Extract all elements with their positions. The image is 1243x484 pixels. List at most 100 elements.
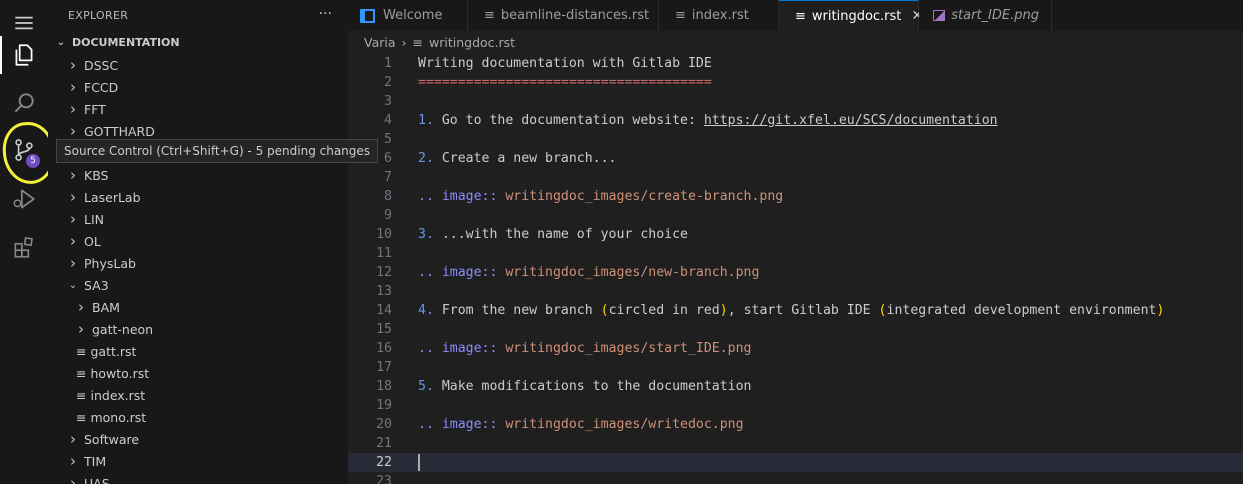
tree-item-label: FCCD	[84, 79, 119, 95]
code-text: 3. ...with the name of your choice	[418, 225, 688, 244]
tab-start-ide-png[interactable]: start_IDE.png	[919, 0, 1052, 31]
code-token: Make modifications to the documentation	[433, 379, 752, 394]
code-token: , start Gitlab IDE	[727, 303, 879, 318]
extensions-button[interactable]	[0, 224, 48, 270]
code-token: writingdoc_images/new-branch.png	[497, 265, 760, 280]
code-line[interactable]: 17	[348, 358, 1243, 377]
code-line[interactable]: 2 =====================================	[348, 73, 1243, 92]
code-line[interactable]: 12 .. image:: writingdoc_images/new-branc…	[348, 263, 1243, 282]
explorer-title: EXPLORER	[68, 8, 129, 22]
code-token: 4.	[418, 303, 434, 318]
chevron-right-icon: ›	[70, 254, 76, 272]
code-line[interactable]: 18 5. Make modifications to the documenta…	[348, 377, 1243, 396]
code-line[interactable]: 15	[348, 320, 1243, 339]
search-button[interactable]	[0, 80, 48, 126]
file-lines-icon: ≡	[484, 8, 495, 23]
tree-folder[interactable]: › LaserLab	[48, 186, 348, 208]
tree-folder[interactable]: › FCCD	[48, 76, 348, 98]
tab-index[interactable]: ≡ index.rst	[659, 0, 779, 31]
tree-folder[interactable]: ⌄ SA3	[48, 274, 348, 296]
code-token: 2.	[418, 151, 434, 166]
tree-folder[interactable]: › Software	[48, 428, 348, 450]
tree-folder[interactable]: › LIN	[48, 208, 348, 230]
tree-file[interactable]: ≡ index.rst	[48, 384, 348, 406]
tree-item-label: mono.rst	[90, 409, 147, 425]
tree-file[interactable]: ≡ howto.rst	[48, 362, 348, 384]
code-line[interactable]: 22	[348, 453, 1243, 472]
code-line[interactable]: 21	[348, 434, 1243, 453]
code-token: )	[1156, 303, 1165, 318]
tree-item-label: LIN	[84, 211, 105, 227]
code-line[interactable]: 1 Writing documentation with Gitlab IDE	[348, 54, 1243, 73]
tab-writingdoc[interactable]: ≡ writingdoc.rst ✕	[779, 0, 923, 31]
more-actions-icon[interactable]: ···	[319, 6, 332, 22]
tree-file[interactable]: ≡ mono.rst	[48, 406, 348, 428]
tree-item-label: gatt-neon	[92, 321, 154, 337]
code-line[interactable]: 8 .. image:: writingdoc_images/create-bra…	[348, 187, 1243, 206]
file-tree: › DSSC › FCCD › FFT › GOTTHARD › › KBS › LaserLab › LI…	[48, 54, 348, 484]
code-line[interactable]: 6 2. Create a new branch...	[348, 149, 1243, 168]
code-line[interactable]: 10 3. ...with the name of your choice	[348, 225, 1243, 244]
breadcrumb-file[interactable]: writingdoc.rst	[429, 35, 515, 50]
tree-folder[interactable]: › KBS	[48, 164, 348, 186]
code-line[interactable]: 9	[348, 206, 1243, 225]
file-lines-icon: ≡	[76, 409, 87, 425]
tree-folder[interactable]: › FFT	[48, 98, 348, 120]
code-line[interactable]: 7	[348, 168, 1243, 187]
workspace-section-header[interactable]: ⌄ DOCUMENTATION	[48, 30, 348, 54]
chevron-right-icon: ›	[70, 232, 76, 250]
code-line[interactable]: 13	[348, 282, 1243, 301]
code-line[interactable]: 14 4. From the new branch (circled in red…	[348, 301, 1243, 320]
tree-folder[interactable]: › DSSC	[48, 54, 348, 76]
code-editor[interactable]: 1 Writing documentation with Gitlab IDE 2 =…	[348, 54, 1243, 484]
tab-beamline-distances[interactable]: ≡ beamline-distances.rst	[468, 0, 659, 31]
tree-folder[interactable]: › OL	[48, 230, 348, 252]
chevron-right-icon: ›	[70, 452, 76, 470]
tab-welcome[interactable]: Welcome	[348, 0, 468, 31]
code-token: writingdoc_images/writedoc.png	[497, 417, 744, 432]
code-token: .. image::	[418, 341, 498, 356]
tab-label: Welcome	[383, 8, 443, 23]
code-line[interactable]: 20 .. image:: writingdoc_images/writedoc.…	[348, 415, 1243, 434]
chevron-right-icon: ›	[70, 474, 76, 484]
code-token: writingdoc_images/create-branch.png	[497, 189, 784, 204]
tree-folder[interactable]: › gatt-neon	[48, 318, 348, 340]
tree-item-label: SA3	[84, 277, 109, 293]
file-lines-icon: ≡	[675, 8, 686, 23]
code-line[interactable]: 11	[348, 244, 1243, 263]
run-debug-button[interactable]	[0, 176, 48, 222]
tree-item-label: GOTTHARD	[84, 123, 155, 139]
code-token: Writing documentation with Gitlab IDE	[418, 56, 712, 71]
tree-folder[interactable]: › PhysLab	[48, 252, 348, 274]
code-text: 4. From the new branch (circled in red),…	[418, 301, 1164, 320]
code-line[interactable]: 23	[348, 472, 1243, 484]
line-number: 3	[384, 94, 392, 109]
code-token: 3.	[418, 227, 434, 242]
line-number: 7	[384, 170, 392, 185]
line-number: 18	[376, 379, 392, 394]
activity-bar: 5	[0, 0, 58, 484]
chevron-right-icon: ›	[70, 100, 76, 118]
code-line[interactable]: 19	[348, 396, 1243, 415]
tree-folder[interactable]: › TIM	[48, 450, 348, 472]
tree-folder[interactable]: › UAS	[48, 472, 348, 484]
tree-file[interactable]: ≡ gatt.rst	[48, 340, 348, 362]
explorer-sidebar: EXPLORER ··· ⌄ DOCUMENTATION › DSSC › FCCD ›…	[48, 0, 348, 484]
code-line[interactable]: 4 1. Go to the documentation website: htt…	[348, 111, 1243, 130]
explorer-button[interactable]	[0, 32, 48, 78]
line-number: 20	[376, 417, 392, 432]
code-line[interactable]: 5	[348, 130, 1243, 149]
line-number: 4	[384, 113, 392, 128]
code-line[interactable]: 16 .. image:: writingdoc_images/start_IDE…	[348, 339, 1243, 358]
breadcrumb-folder[interactable]: Varia	[364, 35, 396, 50]
search-icon	[14, 93, 34, 113]
image-icon	[933, 10, 946, 21]
chevron-down-icon: ⌄	[68, 279, 78, 291]
line-number: 1	[384, 56, 392, 71]
code-line[interactable]: 3	[348, 92, 1243, 111]
tab-label: writingdoc.rst	[811, 8, 902, 24]
tree-folder[interactable]: › BAM	[48, 296, 348, 318]
url-link[interactable]: https://git.xfel.eu/SCS/documentation	[704, 113, 998, 128]
run-debug-icon	[13, 189, 35, 209]
line-number: 13	[376, 284, 392, 299]
